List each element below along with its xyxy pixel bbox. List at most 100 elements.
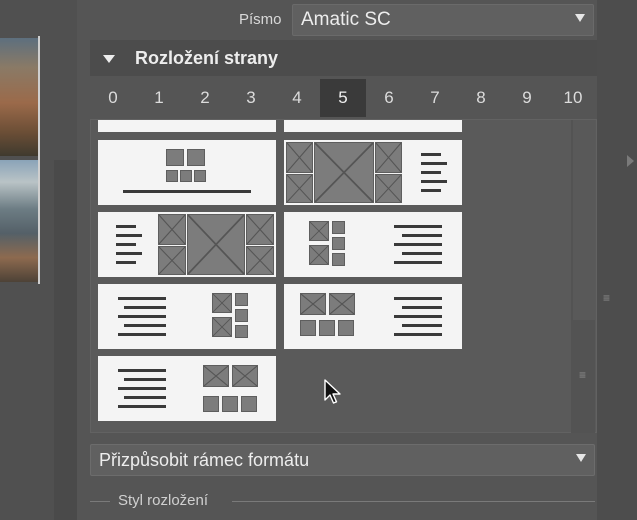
text-line-placeholder: [116, 243, 136, 246]
text-line-placeholder: [421, 180, 447, 183]
text-line-placeholder: [394, 315, 442, 318]
photo-placeholder: [338, 320, 354, 336]
photo-placeholder: [166, 149, 184, 166]
text-line-placeholder: [124, 396, 166, 399]
tab-2[interactable]: 2: [182, 79, 228, 117]
text-line-placeholder: [421, 162, 447, 165]
text-line-placeholder: [421, 171, 441, 174]
text-line-placeholder: [402, 306, 442, 309]
layout-template-card[interactable]: [98, 284, 276, 349]
thumbnail-frame: [0, 36, 40, 284]
photo-placeholder: [329, 293, 355, 315]
panel-divider: [54, 160, 77, 520]
photo-placeholder: [309, 245, 329, 265]
tab-1[interactable]: 1: [136, 79, 182, 117]
text-line-placeholder: [124, 306, 166, 309]
text-line-placeholder: [394, 333, 442, 336]
section-title: Rozložení strany: [135, 48, 279, 68]
divider: [90, 501, 110, 502]
photo-placeholder: [309, 221, 329, 241]
photo-placeholder: [222, 396, 238, 412]
text-line-placeholder: [394, 225, 442, 228]
text-line-placeholder: [394, 243, 442, 246]
divider: [232, 501, 595, 502]
format-fit-select-value: Přizpůsobit rámec formátu: [99, 450, 310, 470]
layout-style-subsection-title: Styl rozložení: [118, 492, 209, 509]
dropdown-caret-icon: [576, 454, 586, 462]
right-scroll-strip: [597, 0, 637, 520]
layout-template-card[interactable]: [98, 356, 276, 421]
tab-6[interactable]: 6: [366, 79, 412, 117]
photo-placeholder: [375, 174, 402, 203]
text-line-placeholder: [118, 387, 166, 390]
photo-placeholder: [235, 325, 248, 338]
layout-template-card[interactable]: [98, 120, 276, 132]
page-layout-section-header[interactable]: Rozložení strany: [90, 40, 597, 76]
text-line-placeholder: [118, 405, 166, 408]
photo-placeholder: [232, 365, 258, 387]
photo-placeholder: [332, 237, 345, 250]
expand-arrow-icon[interactable]: [627, 155, 634, 167]
collapse-triangle-icon[interactable]: [103, 55, 115, 63]
photo-placeholder: [319, 320, 335, 336]
photo-count-tabs: 0 1 2 3 4 5 6 7 8 9 10: [90, 79, 597, 117]
tab-4[interactable]: 4: [274, 79, 320, 117]
font-select[interactable]: Amatic SC: [292, 4, 594, 36]
photo-placeholder: [194, 170, 206, 182]
mouse-pointer-icon: [324, 379, 341, 404]
layouts-scrollbar-thumb[interactable]: [573, 120, 595, 320]
photo-placeholder: [235, 293, 248, 306]
layout-template-card[interactable]: [98, 212, 276, 277]
photo-placeholder: [375, 142, 402, 173]
text-line-placeholder: [394, 261, 442, 264]
drag-grip-icon[interactable]: ≡: [603, 292, 613, 304]
tab-9[interactable]: 9: [504, 79, 550, 117]
tab-3[interactable]: 3: [228, 79, 274, 117]
tab-10[interactable]: 10: [550, 79, 596, 117]
drag-grip-icon[interactable]: ≡: [579, 369, 589, 381]
font-select-value: Amatic SC: [301, 9, 391, 30]
tab-7[interactable]: 7: [412, 79, 458, 117]
text-line-placeholder: [118, 315, 166, 318]
text-line-placeholder: [402, 252, 442, 255]
tab-8[interactable]: 8: [458, 79, 504, 117]
text-line-placeholder: [116, 234, 142, 237]
photo-placeholder: [300, 293, 326, 315]
photo-placeholder: [286, 174, 313, 203]
text-line-placeholder: [116, 225, 136, 228]
photo-placeholder: [300, 320, 316, 336]
photo-placeholder: [246, 214, 274, 245]
photo-placeholder: [203, 396, 219, 412]
format-fit-select[interactable]: Přizpůsobit rámec formátu: [90, 444, 595, 476]
photo-placeholder: [246, 246, 274, 275]
layout-template-card[interactable]: [284, 284, 462, 349]
text-line-placeholder: [421, 153, 441, 156]
text-line-placeholder: [116, 252, 142, 255]
text-line-placeholder: [394, 297, 442, 300]
text-line-placeholder: [124, 324, 166, 327]
layout-template-card[interactable]: [284, 140, 462, 205]
text-line-placeholder: [124, 378, 166, 381]
photo-placeholder: [235, 309, 248, 322]
photo-placeholder: [212, 293, 232, 313]
text-line-placeholder: [116, 261, 136, 264]
photo-placeholder: [241, 396, 257, 412]
photo-placeholder: [203, 365, 229, 387]
tab-5[interactable]: 5: [320, 79, 366, 117]
text-line-placeholder: [421, 189, 441, 192]
layout-template-card[interactable]: [284, 120, 462, 132]
text-line-placeholder: [402, 324, 442, 327]
text-line-placeholder: [118, 297, 166, 300]
photo-placeholder: [332, 221, 345, 234]
photo-placeholder: [314, 142, 374, 203]
photo-placeholder: [166, 170, 178, 182]
layout-template-card[interactable]: [284, 212, 462, 277]
photo-placeholder: [212, 317, 232, 337]
font-label: Písmo: [239, 11, 282, 28]
photo-placeholder: [158, 246, 186, 275]
dropdown-caret-icon: [575, 14, 585, 22]
text-line-placeholder: [118, 369, 166, 372]
tab-0[interactable]: 0: [90, 79, 136, 117]
layout-template-card[interactable]: [98, 140, 276, 205]
photo-placeholder: [158, 214, 186, 245]
